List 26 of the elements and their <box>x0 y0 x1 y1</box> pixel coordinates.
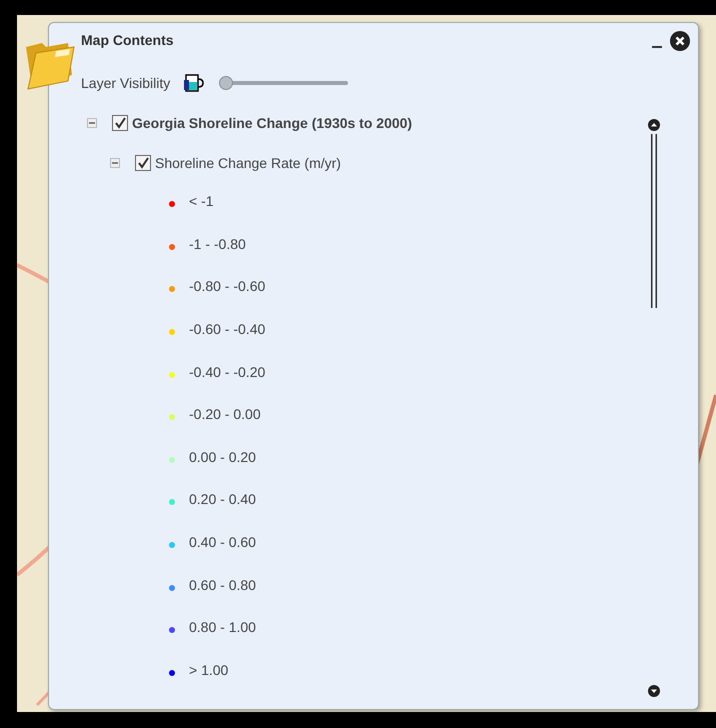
legend-label: 0.60 - 0.80 <box>189 576 256 593</box>
legend-label: 0.00 - 0.20 <box>189 448 256 465</box>
layer-name: Georgia Shoreline Change (1930s to 2000) <box>132 115 412 131</box>
legend-label: -1 - -0.80 <box>189 236 246 252</box>
legend-label: -0.20 - 0.00 <box>189 406 261 422</box>
legend-label: < -1 <box>189 193 214 210</box>
scroll-down-icon[interactable] <box>648 685 660 697</box>
legend-label: 0.80 - 1.00 <box>189 619 256 636</box>
legend-label: -0.60 - -0.40 <box>189 321 266 338</box>
window-title: Map Contents <box>81 32 174 48</box>
legend-label: -0.80 - -0.60 <box>189 278 266 294</box>
close-icon[interactable] <box>670 31 690 51</box>
legend-label: 0.40 - 0.60 <box>189 534 256 550</box>
layer-checkbox[interactable] <box>112 115 128 131</box>
collapse-toggle[interactable] <box>110 158 120 168</box>
legend-label: > 1.00 <box>189 662 228 678</box>
collapse-toggle[interactable] <box>87 118 97 128</box>
scroll-up-icon[interactable] <box>648 119 660 131</box>
legend-label: 0.20 - 0.40 <box>189 491 256 508</box>
cup-icon <box>184 74 204 92</box>
layer-checkbox[interactable] <box>135 155 151 171</box>
minimize-icon[interactable] <box>652 45 662 49</box>
layer-name: Shoreline Change Rate (m/yr) <box>155 155 341 171</box>
legend-label: -0.40 - -0.20 <box>189 364 266 380</box>
scroll-track[interactable] <box>650 134 658 308</box>
layer-visibility-label: Layer Visibility <box>81 75 170 91</box>
